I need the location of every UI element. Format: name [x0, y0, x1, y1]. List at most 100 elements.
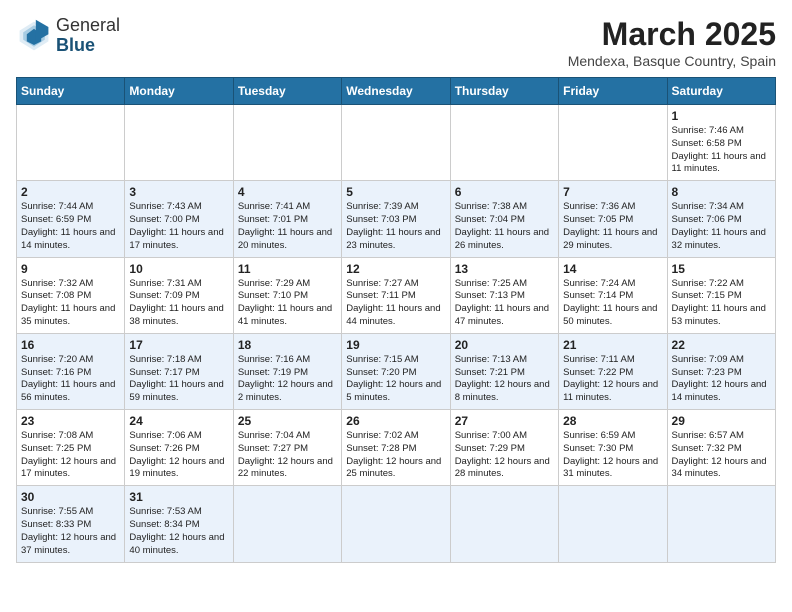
weekday-header-wednesday: Wednesday	[342, 78, 450, 105]
day-number: 16	[21, 338, 120, 352]
calendar-cell	[559, 486, 667, 562]
day-number: 18	[238, 338, 337, 352]
calendar-week-0: 1 Sunrise: 7:46 AM Sunset: 6:58 PM Daylig…	[17, 105, 776, 181]
day-number: 19	[346, 338, 445, 352]
day-content: Sunrise: 7:32 AM Sunset: 7:08 PM Dayligh…	[21, 278, 120, 329]
calendar-week-2: 9 Sunrise: 7:32 AM Sunset: 7:08 PM Daylig…	[17, 257, 776, 333]
day-number: 2	[21, 185, 120, 199]
generalblue-logo-icon	[16, 18, 52, 54]
day-number: 8	[672, 185, 771, 199]
calendar-cell: 10 Sunrise: 7:31 AM Sunset: 7:09 PM Dayli…	[125, 257, 233, 333]
calendar-cell: 20Sunrise: 7:13 AM Sunset: 7:21 PM Dayli…	[450, 333, 558, 409]
calendar-cell: 2 Sunrise: 7:44 AM Sunset: 6:59 PM Daylig…	[17, 181, 125, 257]
calendar-cell: 23Sunrise: 7:08 AM Sunset: 7:25 PM Dayli…	[17, 410, 125, 486]
calendar-cell: 16 Sunrise: 7:20 AM Sunset: 7:16 PM Dayli…	[17, 333, 125, 409]
day-number: 15	[672, 262, 771, 276]
weekday-header-monday: Monday	[125, 78, 233, 105]
calendar-table: SundayMondayTuesdayWednesdayThursdayFrid…	[16, 77, 776, 563]
day-number: 28	[563, 414, 662, 428]
day-content: Sunrise: 7:31 AM Sunset: 7:09 PM Dayligh…	[129, 278, 228, 329]
day-number: 25	[238, 414, 337, 428]
calendar-cell: 1 Sunrise: 7:46 AM Sunset: 6:58 PM Daylig…	[667, 105, 775, 181]
day-number: 1	[672, 109, 771, 123]
header-row: SundayMondayTuesdayWednesdayThursdayFrid…	[17, 78, 776, 105]
calendar-body: 1 Sunrise: 7:46 AM Sunset: 6:58 PM Daylig…	[17, 105, 776, 563]
page-header: General Blue March 2025 Mendexa, Basque …	[16, 16, 776, 69]
day-content: Sunrise: 7:18 AM Sunset: 7:17 PM Dayligh…	[129, 354, 228, 405]
day-number: 4	[238, 185, 337, 199]
weekday-header-saturday: Saturday	[667, 78, 775, 105]
day-number: 24	[129, 414, 228, 428]
calendar-cell: 14Sunrise: 7:24 AM Sunset: 7:14 PM Dayli…	[559, 257, 667, 333]
calendar-cell	[233, 105, 341, 181]
day-content: Sunrise: 7:20 AM Sunset: 7:16 PM Dayligh…	[21, 354, 120, 405]
calendar-cell: 19Sunrise: 7:15 AM Sunset: 7:20 PM Dayli…	[342, 333, 450, 409]
calendar-cell: 31 Sunrise: 7:53 AM Sunset: 8:34 PM Dayli…	[125, 486, 233, 562]
calendar-cell: 29 Sunrise: 6:57 AM Sunset: 7:32 PM Dayli…	[667, 410, 775, 486]
weekday-header-tuesday: Tuesday	[233, 78, 341, 105]
day-content: Sunrise: 7:53 AM Sunset: 8:34 PM Dayligh…	[129, 506, 228, 557]
day-content: Sunrise: 7:02 AM Sunset: 7:28 PM Dayligh…	[346, 430, 445, 481]
day-number: 9	[21, 262, 120, 276]
day-content: Sunrise: 7:13 AM Sunset: 7:21 PM Dayligh…	[455, 354, 554, 405]
calendar-cell	[342, 105, 450, 181]
day-content: Sunrise: 7:43 AM Sunset: 7:00 PM Dayligh…	[129, 201, 228, 252]
calendar-cell: 7Sunrise: 7:36 AM Sunset: 7:05 PM Daylig…	[559, 181, 667, 257]
day-content: Sunrise: 7:41 AM Sunset: 7:01 PM Dayligh…	[238, 201, 337, 252]
calendar-week-3: 16 Sunrise: 7:20 AM Sunset: 7:16 PM Dayli…	[17, 333, 776, 409]
day-content: Sunrise: 7:55 AM Sunset: 8:33 PM Dayligh…	[21, 506, 120, 557]
day-number: 5	[346, 185, 445, 199]
calendar-cell: 28 Sunrise: 6:59 AM Sunset: 7:30 PM Dayli…	[559, 410, 667, 486]
calendar-cell: 13Sunrise: 7:25 AM Sunset: 7:13 PM Dayli…	[450, 257, 558, 333]
calendar-cell	[233, 486, 341, 562]
day-number: 17	[129, 338, 228, 352]
day-number: 31	[129, 490, 228, 504]
weekday-header-sunday: Sunday	[17, 78, 125, 105]
calendar-cell: 21Sunrise: 7:11 AM Sunset: 7:22 PM Dayli…	[559, 333, 667, 409]
day-number: 3	[129, 185, 228, 199]
day-content: Sunrise: 7:16 AM Sunset: 7:19 PM Dayligh…	[238, 354, 337, 405]
day-number: 27	[455, 414, 554, 428]
day-content: Sunrise: 7:00 AM Sunset: 7:29 PM Dayligh…	[455, 430, 554, 481]
logo: General Blue	[16, 16, 120, 56]
day-content: Sunrise: 7:29 AM Sunset: 7:10 PM Dayligh…	[238, 278, 337, 329]
day-number: 7	[563, 185, 662, 199]
location-title: Mendexa, Basque Country, Spain	[568, 53, 776, 69]
day-content: Sunrise: 6:59 AM Sunset: 7:30 PM Dayligh…	[563, 430, 662, 481]
day-number: 10	[129, 262, 228, 276]
day-content: Sunrise: 6:57 AM Sunset: 7:32 PM Dayligh…	[672, 430, 771, 481]
calendar-cell: 26 Sunrise: 7:02 AM Sunset: 7:28 PM Dayli…	[342, 410, 450, 486]
calendar-cell	[450, 486, 558, 562]
day-content: Sunrise: 7:24 AM Sunset: 7:14 PM Dayligh…	[563, 278, 662, 329]
calendar-cell: 18 Sunrise: 7:16 AM Sunset: 7:19 PM Dayli…	[233, 333, 341, 409]
day-number: 22	[672, 338, 771, 352]
calendar-cell	[450, 105, 558, 181]
day-content: Sunrise: 7:34 AM Sunset: 7:06 PM Dayligh…	[672, 201, 771, 252]
calendar-cell: 27 Sunrise: 7:00 AM Sunset: 7:29 PM Dayli…	[450, 410, 558, 486]
day-content: Sunrise: 7:11 AM Sunset: 7:22 PM Dayligh…	[563, 354, 662, 405]
calendar-header: SundayMondayTuesdayWednesdayThursdayFrid…	[17, 78, 776, 105]
calendar-cell	[125, 105, 233, 181]
calendar-week-5: 30 Sunrise: 7:55 AM Sunset: 8:33 PM Dayli…	[17, 486, 776, 562]
calendar-cell	[342, 486, 450, 562]
calendar-cell: 4 Sunrise: 7:41 AM Sunset: 7:01 PM Daylig…	[233, 181, 341, 257]
calendar-cell: 30 Sunrise: 7:55 AM Sunset: 8:33 PM Dayli…	[17, 486, 125, 562]
calendar-cell	[559, 105, 667, 181]
day-number: 26	[346, 414, 445, 428]
day-content: Sunrise: 7:44 AM Sunset: 6:59 PM Dayligh…	[21, 201, 120, 252]
calendar-week-4: 23Sunrise: 7:08 AM Sunset: 7:25 PM Dayli…	[17, 410, 776, 486]
day-content: Sunrise: 7:09 AM Sunset: 7:23 PM Dayligh…	[672, 354, 771, 405]
day-number: 30	[21, 490, 120, 504]
day-number: 11	[238, 262, 337, 276]
calendar-cell: 3 Sunrise: 7:43 AM Sunset: 7:00 PM Daylig…	[125, 181, 233, 257]
calendar-cell: 5Sunrise: 7:39 AM Sunset: 7:03 PM Daylig…	[342, 181, 450, 257]
day-number: 29	[672, 414, 771, 428]
day-content: Sunrise: 7:46 AM Sunset: 6:58 PM Dayligh…	[672, 125, 771, 176]
calendar-cell: 8 Sunrise: 7:34 AM Sunset: 7:06 PM Daylig…	[667, 181, 775, 257]
calendar-cell: 9 Sunrise: 7:32 AM Sunset: 7:08 PM Daylig…	[17, 257, 125, 333]
day-content: Sunrise: 7:38 AM Sunset: 7:04 PM Dayligh…	[455, 201, 554, 252]
day-number: 6	[455, 185, 554, 199]
weekday-header-friday: Friday	[559, 78, 667, 105]
calendar-cell	[667, 486, 775, 562]
day-content: Sunrise: 7:06 AM Sunset: 7:26 PM Dayligh…	[129, 430, 228, 481]
